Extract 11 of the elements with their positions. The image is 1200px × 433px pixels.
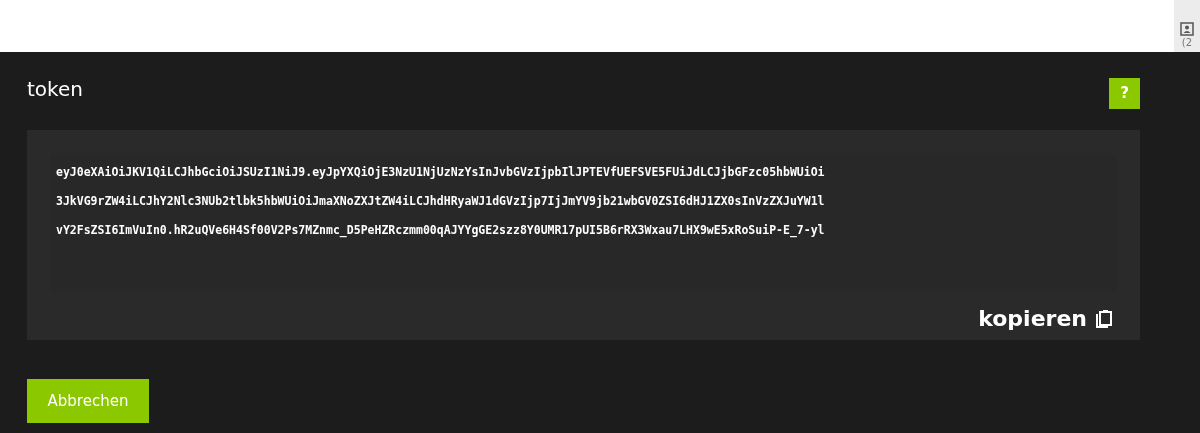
clipboard-icon: [1095, 308, 1113, 329]
side-tab-text: (2: [1181, 38, 1193, 48]
copy-button[interactable]: kopieren: [978, 302, 1113, 335]
help-button[interactable]: ?: [1109, 78, 1140, 109]
side-tab[interactable]: (2: [1174, 0, 1200, 52]
token-text-line: eyJ0eXAiOiJKV1QiLCJhbGciOiJSUzI1NiJ9.eyJpYXQiOjE3NzU1NjUzNzYsInJvbGVzIjpbIlJPTEVfUEFSVE5FUiJdLCJjbGFzc05hbWUiOi: [55, 164, 826, 181]
dialog-title: token: [27, 76, 83, 103]
token-text-line: vY2FsZSI6ImVuIn0.hR2uQVe6H4Sf00V2Ps7MZnmc_D5PeHZRczmm00qAJYYgGE2szz8Y0UMR17pUI5B6rRX3Wxau7LHX9wE5xRoSuiP-E_7-yl: [55, 222, 826, 240]
cancel-button[interactable]: Abbrechen: [27, 379, 149, 423]
contact-card-icon: [1180, 22, 1194, 36]
token-text-line: 3JkVG9rZW4iLCJhY2Nlc3NUb2tlbk5hbWUiOiJmaXNoZXJtZW4iLCJhdHRyaWJ1dGVzIjp7IjJmYV9jb21wbGV0ZSI6dHJ1ZX0sInVzZXJuYW1l: [55, 193, 826, 210]
